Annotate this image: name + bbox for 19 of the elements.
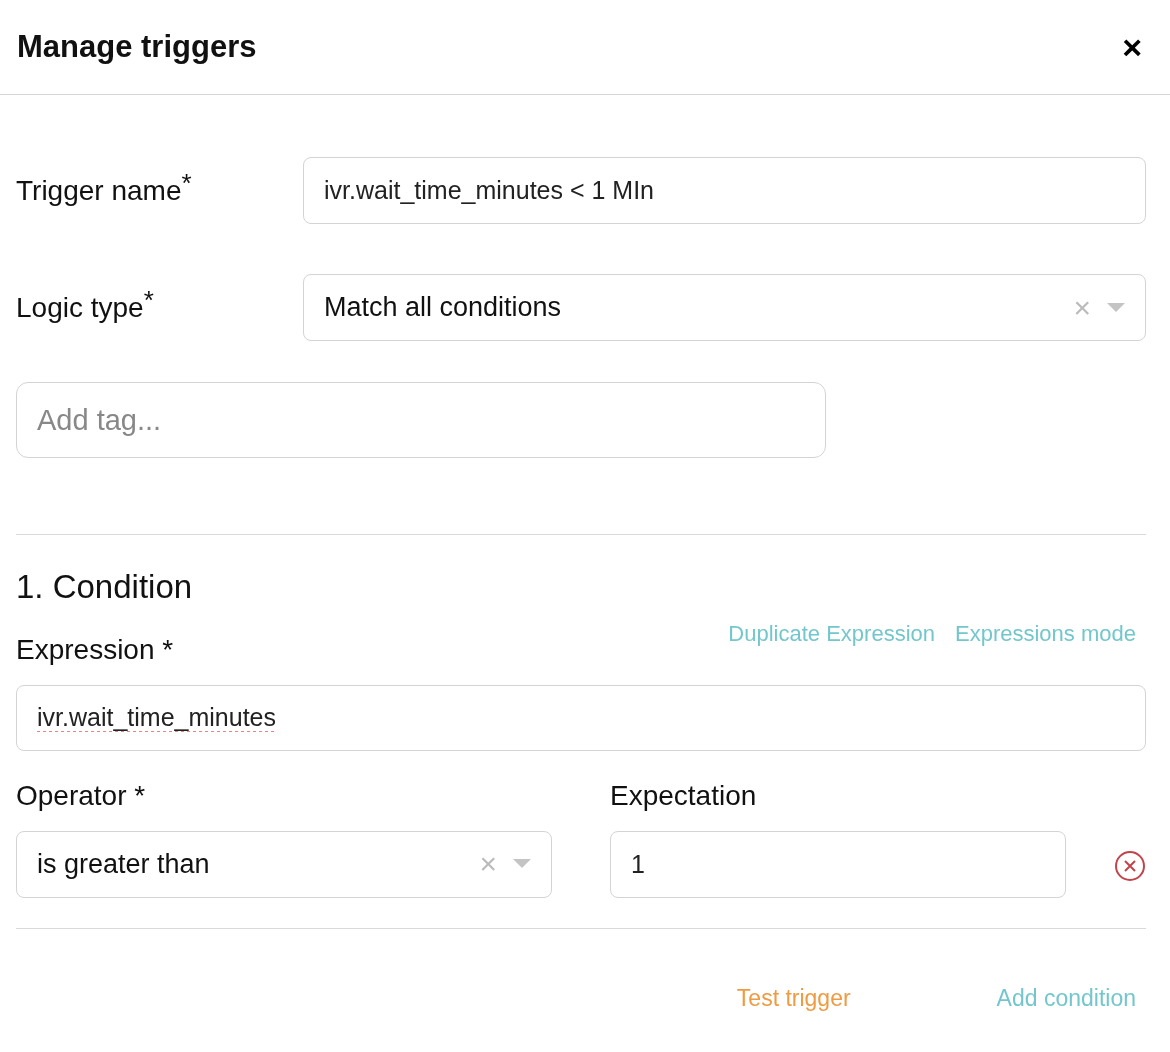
field-label: Logic type* bbox=[16, 286, 155, 325]
expectation-field[interactable]: 1 bbox=[610, 830, 1066, 898]
caret-icon[interactable] bbox=[513, 859, 531, 870]
select-value: is greater than bbox=[37, 847, 211, 881]
close-button[interactable]: × bbox=[1118, 30, 1146, 64]
condition-heading: 1. Condition bbox=[16, 567, 194, 607]
remove-button[interactable] bbox=[1114, 849, 1146, 882]
select-field[interactable]: Match all conditions × bbox=[303, 274, 1146, 341]
expression-field[interactable]: ivr.wait_time_minutes bbox=[16, 684, 1146, 751]
field-label: Expectation bbox=[610, 778, 758, 813]
select-value: Match all conditions bbox=[324, 291, 563, 325]
trigger-name-field[interactable]: ivr.wait_time_minutes < 1 MIn bbox=[303, 157, 1146, 224]
field-label: Trigger name* bbox=[16, 169, 193, 208]
dialog-title: Manage triggers bbox=[17, 28, 257, 66]
field-label: Operator * bbox=[16, 778, 147, 813]
tag-field[interactable]: Add tag... bbox=[16, 382, 826, 458]
caret-icon[interactable] bbox=[1107, 302, 1125, 313]
select-field[interactable]: is greater than × bbox=[16, 830, 552, 898]
field-label: Expression * bbox=[16, 632, 174, 667]
